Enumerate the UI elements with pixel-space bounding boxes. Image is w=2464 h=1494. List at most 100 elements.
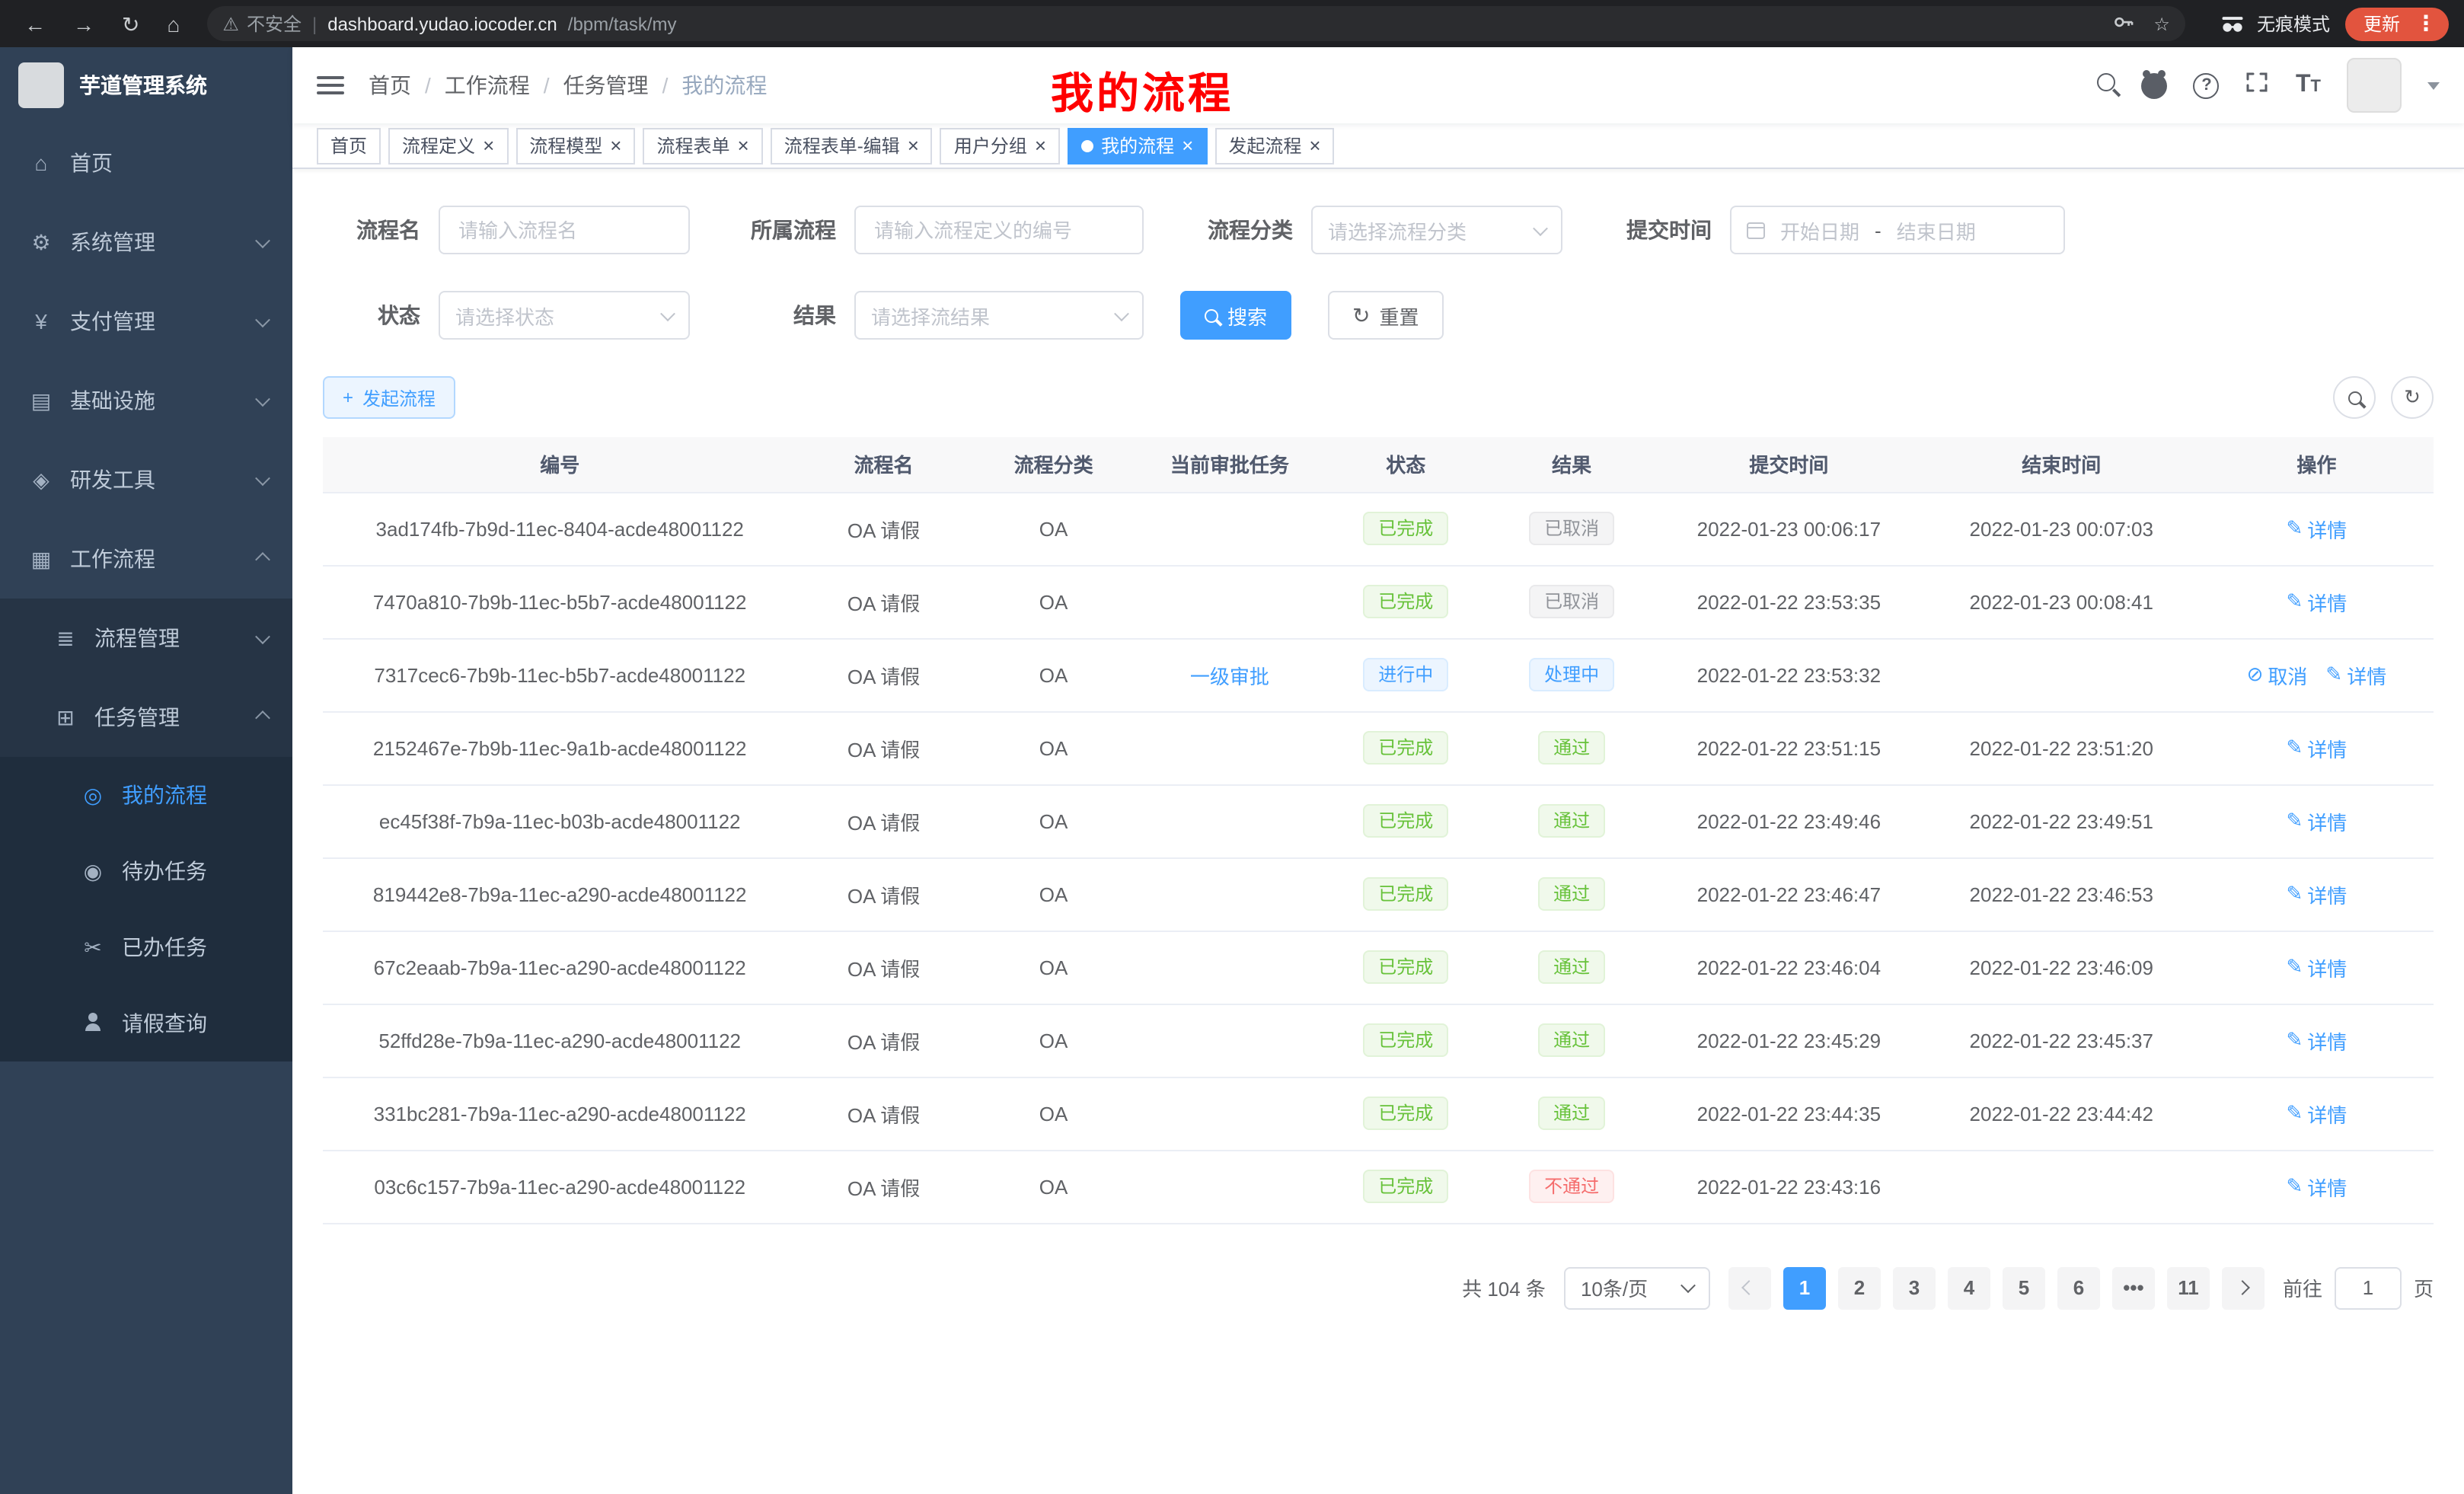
end-date-placeholder[interactable]: 结束日期 [1897,215,1976,244]
tab-process-form-edit[interactable]: 流程表单-编辑 × [771,127,933,164]
sidebar-item-my-process[interactable]: ◎ 我的流程 [0,757,292,833]
tab-process-definition[interactable]: 流程定义 × [388,127,508,164]
date-range-picker[interactable]: 开始日期 - 结束日期 [1730,206,2065,254]
fullscreen-icon[interactable] [2245,69,2270,101]
end-time-cell: 2022-01-23 00:07:03 [1923,492,2200,565]
tab-user-group[interactable]: 用户分组 × [940,127,1060,164]
category-cell: OA [971,1004,1137,1077]
sidebar-item-done-tasks[interactable]: ✂ 已办任务 [0,909,292,985]
pagination-ellipsis[interactable]: ••• [2112,1266,2155,1309]
security-warning[interactable]: ⚠ 不安全 [222,11,302,37]
app-logo-row[interactable]: 芋道管理系统 [0,47,292,123]
close-icon[interactable]: × [1035,136,1046,155]
toggle-search-button[interactable] [2333,376,2376,419]
detail-link[interactable]: ✎详情 [2286,514,2347,543]
address-bar[interactable]: ⚠ 不安全 | dashboard.yudao.iocoder.cn/bpm/t… [207,6,2185,41]
reset-button[interactable]: ↻ 重置 [1328,291,1444,340]
sidebar-item-payment-management[interactable]: ¥ 支付管理 [0,282,292,361]
breadcrumb-task-management[interactable]: 任务管理 [563,70,649,101]
search-button[interactable]: 搜索 [1180,291,1291,340]
result-select[interactable]: 请选择流结果 [854,291,1144,340]
prev-page-button[interactable] [1728,1266,1771,1309]
hamburger-icon[interactable] [317,76,344,94]
result-badge: 通过 [1538,950,1605,984]
next-page-button[interactable] [2222,1266,2265,1309]
detail-link[interactable]: ✎详情 [2286,806,2347,835]
sidebar-item-leave-query[interactable]: 请假查询 [0,985,292,1061]
sidebar-item-system-management[interactable]: ⚙ 系统管理 [0,203,292,282]
page-size-select[interactable]: 10条/页 [1564,1266,1710,1309]
process-definition-input[interactable] [854,206,1144,254]
filter-name-label: 流程名 [323,215,439,245]
start-date-placeholder[interactable]: 开始日期 [1780,215,1859,244]
close-icon[interactable]: × [1309,136,1320,155]
page-button-4[interactable]: 4 [1948,1266,1990,1309]
close-icon[interactable]: × [610,136,621,155]
status-select[interactable]: 请选择状态 [439,291,690,340]
sidebar-item-workflow[interactable]: ▦ 工作流程 [0,519,292,599]
page-button-6[interactable]: 6 [2057,1266,2100,1309]
sidebar-item-process-management[interactable]: ≣ 流程管理 [0,599,292,678]
tab-home[interactable]: 首页 [317,127,381,164]
breadcrumb-workflow[interactable]: 工作流程 [445,70,530,101]
sidebar-item-dev-tools[interactable]: ◈ 研发工具 [0,440,292,519]
detail-link[interactable]: ✎详情 [2286,879,2347,908]
breadcrumb-home[interactable]: 首页 [369,70,411,101]
avatar[interactable] [2347,58,2402,113]
page-button-2[interactable]: 2 [1838,1266,1881,1309]
refresh-table-button[interactable]: ↻ [2391,376,2434,419]
cancel-link[interactable]: ⊘取消 [2247,660,2308,689]
back-icon[interactable]: ← [24,13,46,34]
sidebar-item-task-management[interactable]: ⊞ 任务管理 [0,678,292,757]
sidebar-item-todo-tasks[interactable]: ◉ 待办任务 [0,833,292,909]
github-icon[interactable] [2142,72,2168,98]
app-title: 芋道管理系统 [79,70,207,101]
browser-menu-icon[interactable]: ⋮ [2411,11,2441,37]
forward-icon[interactable]: → [73,13,94,34]
detail-link[interactable]: ✎详情 [2286,587,2347,616]
plus-icon: + [343,387,353,408]
tab-process-model[interactable]: 流程模型 × [515,127,635,164]
close-icon[interactable]: × [738,136,749,155]
start-process-button[interactable]: + 发起流程 [323,376,455,419]
help-icon[interactable]: ? [2194,72,2220,98]
tab-process-form[interactable]: 流程表单 × [643,127,762,164]
detail-link[interactable]: ✎详情 [2325,660,2386,689]
sidebar-item-infrastructure[interactable]: ▤ 基础设施 [0,361,292,440]
category-select[interactable]: 请选择流程分类 [1311,206,1562,254]
monitor-icon: ▤ [27,388,55,413]
detail-link[interactable]: ✎详情 [2286,953,2347,982]
table-row: 52ffd28e-7b9a-11ec-a290-acde48001122 OA … [323,1004,2434,1077]
incognito-icon [2219,14,2246,33]
caret-down-icon[interactable] [2427,81,2440,89]
browser-update-button[interactable]: 更新 ⋮ [2345,7,2449,40]
detail-link[interactable]: ✎详情 [2286,1026,2347,1055]
search-icon[interactable] [2098,72,2116,99]
page-button-3[interactable]: 3 [1893,1266,1936,1309]
close-icon[interactable]: × [908,136,919,155]
bookmark-star-icon[interactable]: ☆ [2153,13,2170,34]
scissors-icon: ✂ [79,934,107,960]
detail-link[interactable]: ✎详情 [2286,733,2347,762]
sidebar-item-home[interactable]: ⌂ 首页 [0,123,292,203]
detail-link[interactable]: ✎详情 [2286,1099,2347,1128]
page-button-5[interactable]: 5 [2003,1266,2045,1309]
current-task-cell: 一级审批 [1137,638,1323,711]
detail-link[interactable]: ✎详情 [2286,1172,2347,1201]
table-row: 67c2eaab-7b9a-11ec-a290-acde48001122 OA … [323,931,2434,1004]
reload-icon[interactable]: ↻ [122,13,139,34]
process-name-input[interactable] [439,206,690,254]
url-path: /bpm/task/my [568,13,677,34]
font-size-icon[interactable]: TT [2296,73,2321,97]
page-button-11[interactable]: 11 [2167,1266,2210,1309]
col-current-task: 当前审批任务 [1137,437,1323,492]
tab-my-process[interactable]: 我的流程 × [1068,127,1207,164]
page-button-1[interactable]: 1 [1783,1266,1826,1309]
tab-start-process[interactable]: 发起流程 × [1214,127,1334,164]
task-link[interactable]: 一级审批 [1190,660,1269,689]
password-key-icon[interactable] [2112,10,2135,37]
goto-page-input[interactable] [2335,1266,2402,1309]
close-icon[interactable]: × [483,136,494,155]
browser-home-icon[interactable]: ⌂ [167,13,180,34]
close-icon[interactable]: × [1182,136,1193,155]
